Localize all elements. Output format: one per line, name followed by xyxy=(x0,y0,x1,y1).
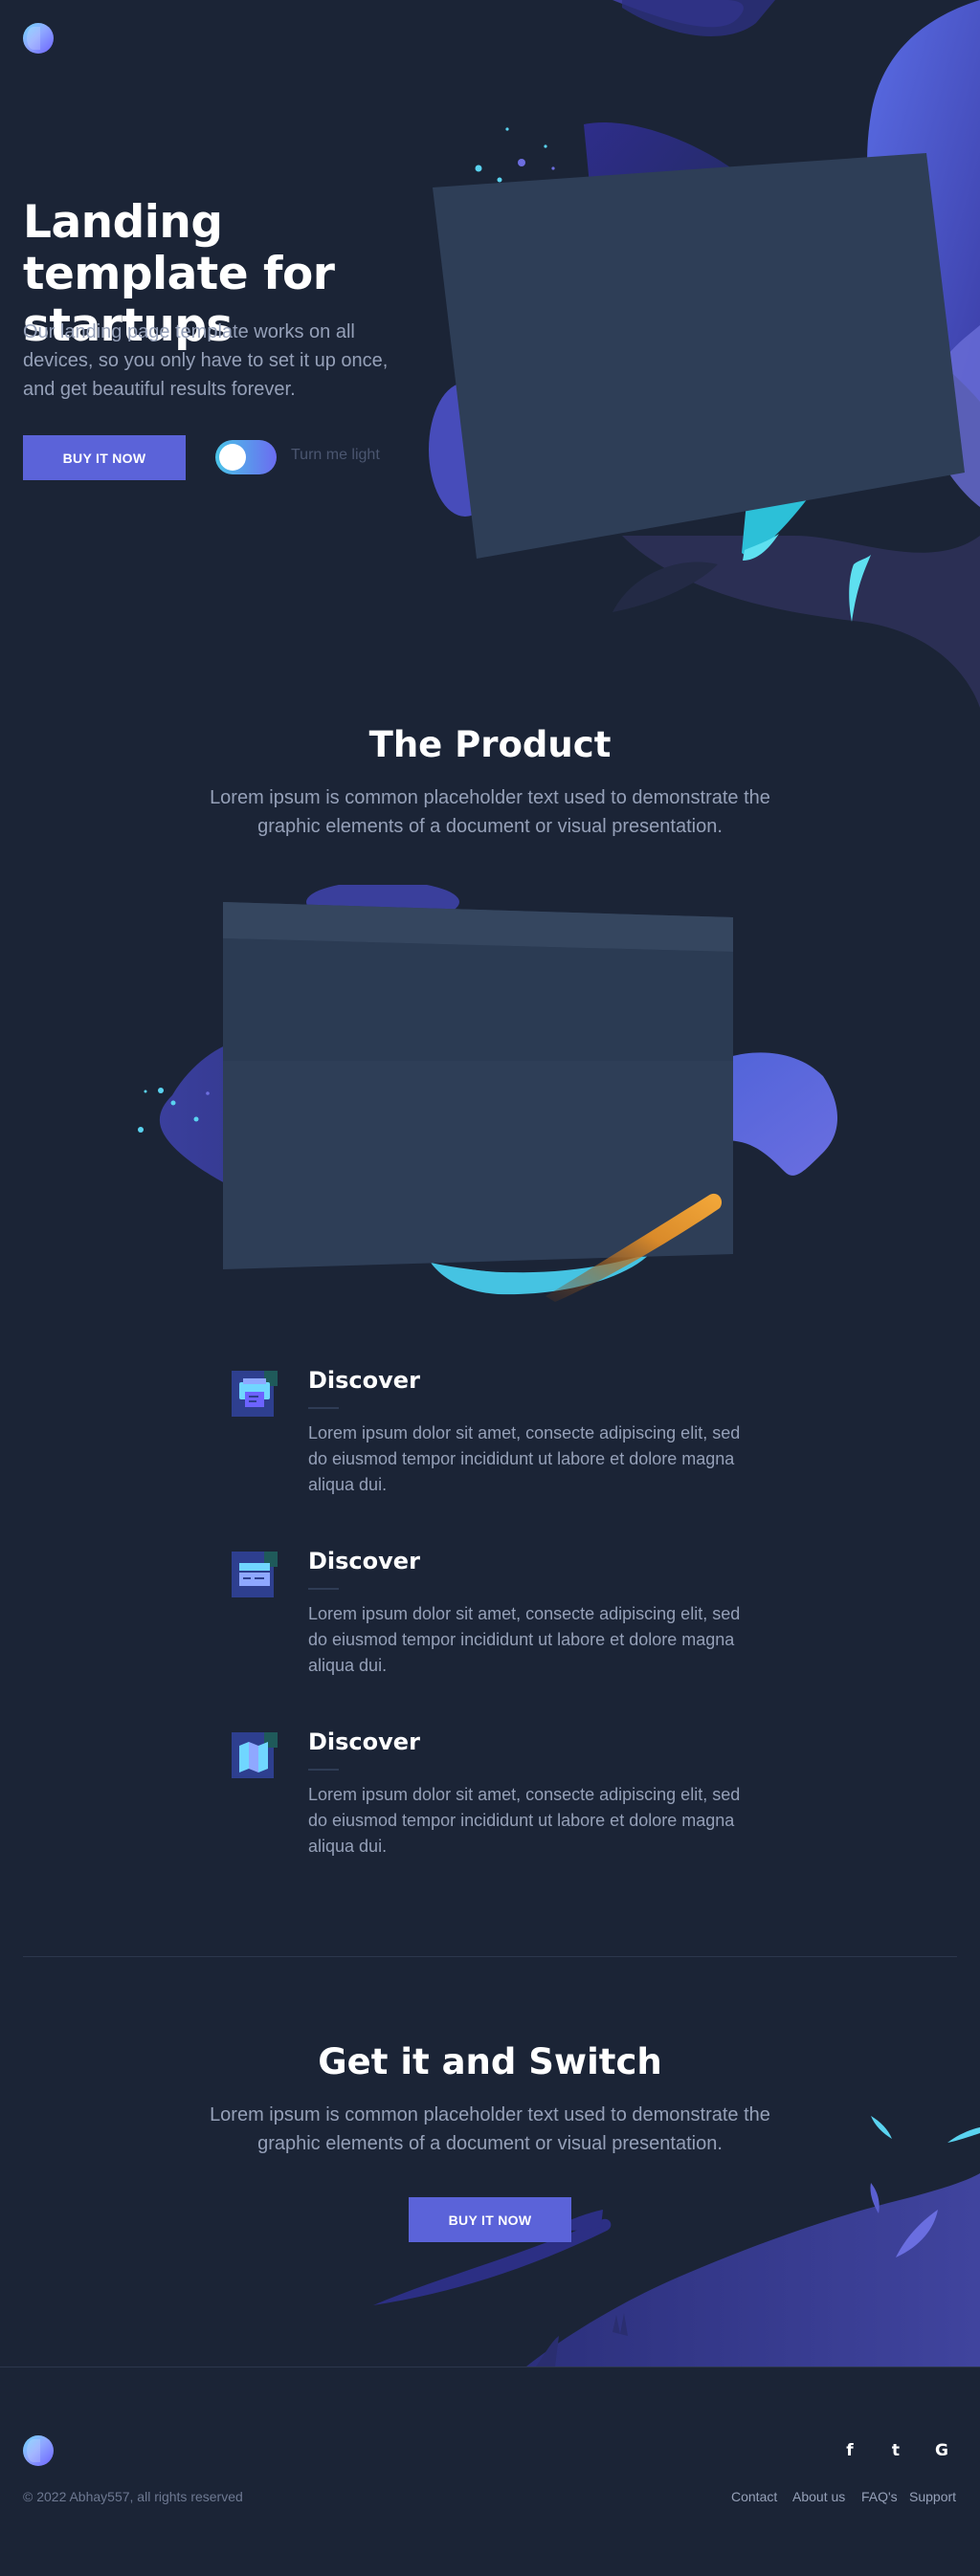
map-icon xyxy=(232,1732,278,1778)
hero-buy-button[interactable]: BUY IT NOW xyxy=(23,435,186,480)
feature-title: Discover xyxy=(308,1728,420,1755)
feature-text: Lorem ipsum dolor sit amet, consecte adi… xyxy=(308,1423,741,1494)
feature-divider xyxy=(308,1407,339,1409)
copyright: © 2022 Abhay557, all rights reserved xyxy=(23,2489,243,2504)
theme-toggle[interactable] xyxy=(215,440,277,474)
feature-title: Discover xyxy=(308,1367,420,1394)
footer-link-about[interactable]: About us xyxy=(792,2489,845,2504)
google-icon[interactable]: G xyxy=(930,2439,953,2462)
cta-description: Lorem ipsum is common placeholder text u… xyxy=(210,2104,770,2154)
facebook-icon[interactable]: f xyxy=(838,2439,861,2462)
hero-illustration xyxy=(429,0,980,708)
feature-text: Lorem ipsum dolor sit amet, consecte adi… xyxy=(308,1604,741,1675)
toggle-knob xyxy=(219,444,246,471)
feature-divider xyxy=(308,1588,339,1590)
cta-buy-button[interactable]: BUY IT NOW xyxy=(409,2197,571,2242)
hero-description: Our landing page template works on all d… xyxy=(23,321,389,400)
feature-title: Discover xyxy=(308,1548,420,1574)
product-title: The Product xyxy=(368,724,612,765)
footer-logo-icon[interactable] xyxy=(23,2435,54,2466)
section-divider xyxy=(23,1956,957,1957)
toggle-label: Turn me light xyxy=(291,447,380,463)
product-illustration xyxy=(138,885,837,1302)
footer-link-support[interactable]: Support xyxy=(909,2489,956,2504)
footer-link-faqs[interactable]: FAQ's xyxy=(861,2489,898,2504)
logo-icon[interactable] xyxy=(23,23,54,54)
cta-title: Get it and Switch xyxy=(318,2041,662,2082)
product-description: Lorem ipsum is common placeholder text u… xyxy=(210,787,770,837)
card-icon xyxy=(232,1552,278,1597)
feature-text: Lorem ipsum dolor sit amet, consecte adi… xyxy=(308,1785,741,1856)
printer-icon xyxy=(232,1371,278,1417)
twitter-icon[interactable]: t xyxy=(884,2439,907,2462)
feature-divider xyxy=(308,1769,339,1771)
footer-link-contact[interactable]: Contact xyxy=(731,2489,777,2504)
